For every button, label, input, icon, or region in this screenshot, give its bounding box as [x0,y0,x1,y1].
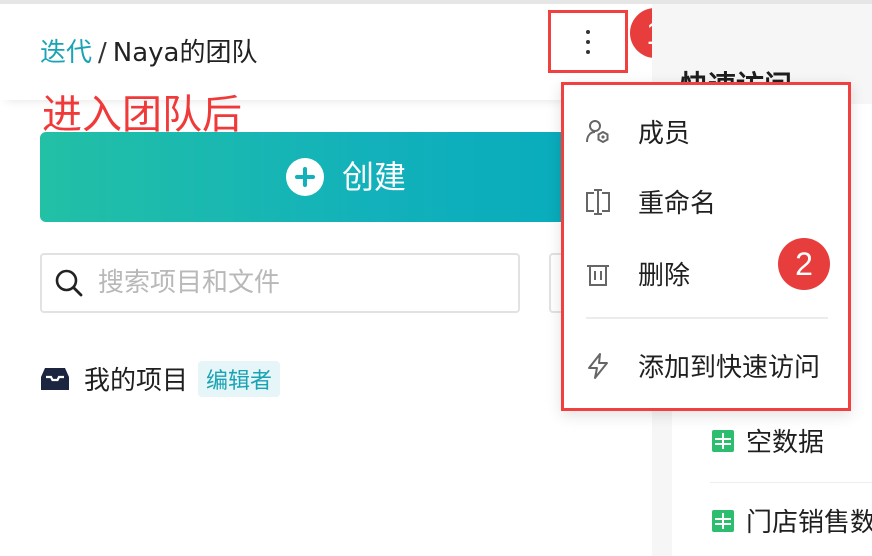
breadcrumb-parent-link[interactable]: 迭代 [40,38,92,68]
menu-item-delete[interactable]: 删除 [584,255,690,292]
search-box [40,253,520,313]
quick-access-item-label: 门店销售数 [746,508,872,538]
quick-access-item[interactable]: 空数据 [712,422,824,459]
spreadsheet-icon [712,509,734,532]
breadcrumb: 迭代 / Naya的团队 [40,38,257,68]
menu-item-rename[interactable]: 重命名 [584,183,716,220]
menu-item-add-quick-access[interactable]: 添加到快速访问 [584,347,820,384]
create-button-label: 创建 [341,158,406,196]
menu-item-members[interactable]: 成员 [584,113,690,150]
more-vertical-icon [586,29,590,54]
role-badge: 编辑者 [198,360,281,397]
breadcrumb-separator: / [98,38,107,68]
search-icon [55,269,83,297]
inbox-icon [41,367,69,390]
members-icon [584,118,612,146]
menu-divider [586,317,828,319]
menu-item-label: 添加到快速访问 [638,353,821,383]
trash-icon [584,260,612,288]
project-label: 我的项目 [84,366,189,396]
rename-icon [584,188,612,216]
lightning-icon [584,352,612,380]
project-item-my-projects[interactable]: 我的项目 编辑者 [40,360,281,397]
quick-access-item-label: 空数据 [746,428,825,458]
more-options-button[interactable] [548,10,628,73]
step-badge-2: 2 [778,238,830,290]
quick-access-item[interactable]: 门店销售数 [712,502,872,539]
plus-circle-icon [285,158,324,196]
divider [710,482,872,483]
menu-item-label: 成员 [638,119,691,149]
breadcrumb-current: Naya的团队 [112,38,258,68]
spreadsheet-icon [712,429,734,452]
menu-item-label: 重命名 [638,189,717,219]
menu-item-label: 删除 [638,261,691,291]
search-input[interactable] [98,268,478,298]
